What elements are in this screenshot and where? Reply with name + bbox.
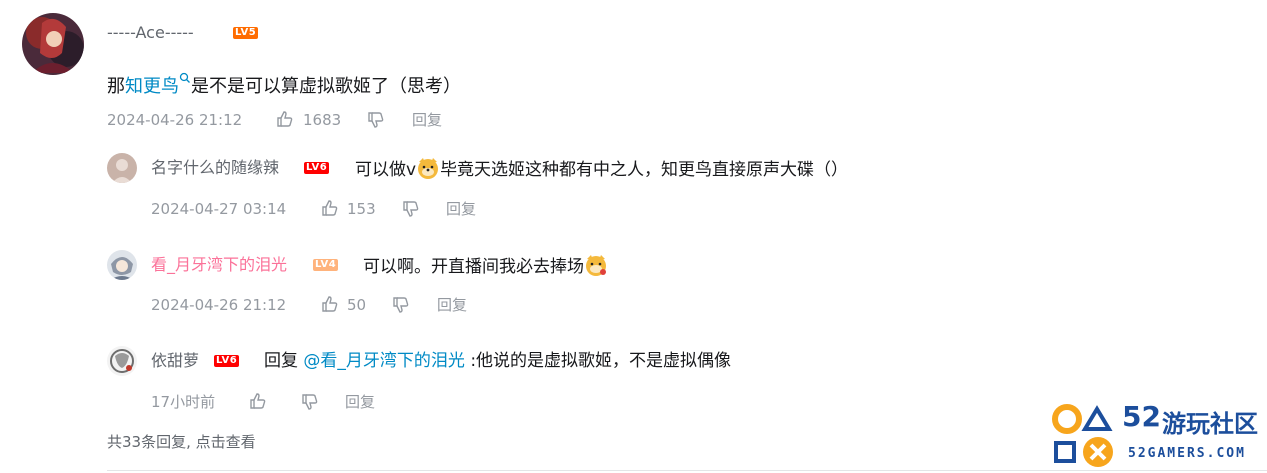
avatar[interactable] [107,250,137,280]
watermark-logo: 52 游玩社区 52GAMERS.COM [1050,400,1265,470]
timestamp: 2024-04-27 03:14 [151,200,287,218]
thumbs-up-icon[interactable] [321,199,339,217]
thumbs-up-icon[interactable] [249,392,267,410]
divider [107,470,1267,471]
username[interactable]: -----Ace----- [107,23,194,43]
level-badge: LV6 [304,162,330,174]
level-badge: LV5 [233,27,259,39]
reply-text-prefix: 可以做v [355,160,417,180]
like-count: 50 [347,296,367,314]
avatar[interactable] [107,153,137,183]
reply-button[interactable]: 回复 [412,110,442,130]
thumbs-down-icon[interactable] [392,296,410,314]
avatar[interactable] [107,346,137,376]
comment-text-suffix: 是不是可以算虚拟歌姬了（思考） [191,76,461,97]
thumbs-up-icon[interactable] [321,295,339,313]
logo-number: 52 [1122,400,1161,433]
avatar[interactable] [22,13,84,75]
reply-text: 可以做v 毕竟天选姬这种都有中之人，知更鸟直接原声大碟（） [355,156,848,182]
view-more-replies[interactable]: 共33条回复, 点击查看 [107,432,256,452]
reply-text-suffix: 毕竟天选姬这种都有中之人，知更鸟直接原声大碟（） [440,160,849,180]
reply-text-prefix: 可以啊。开直播间我必去捧场 [363,257,584,277]
like-count: 1683 [303,111,342,129]
level-badge: LV6 [214,355,240,367]
reply-text-suffix: :他说的是虚拟歌姬，不是虚拟偶像 [470,351,732,371]
search-icon[interactable] [179,69,191,83]
timestamp: 2024-04-26 21:12 [107,111,243,129]
timestamp: 2024-04-26 21:12 [151,296,287,314]
reply-word: 回复 [264,351,298,371]
timestamp: 17小时前 [151,393,216,411]
reply-text: 回复 @看_月牙湾下的泪光 :他说的是虚拟歌姬，不是虚拟偶像 [264,349,731,373]
reply-button[interactable]: 回复 [437,295,467,315]
reply-button[interactable]: 回复 [446,199,476,219]
username[interactable]: 名字什么的随缘辣 [151,158,279,178]
comment-text: 那知更鸟 是不是可以算虚拟歌姬了（思考） [107,69,461,99]
doge-flower-emoji-icon [584,253,608,277]
logo-name: 游玩社区 [1162,410,1258,438]
comment-text-prefix: 那 [107,76,125,97]
keyword-link[interactable]: 知更鸟 [125,76,179,97]
thumbs-down-icon[interactable] [367,111,385,129]
thumbs-down-icon[interactable] [301,393,319,411]
reply-text: 可以啊。开直播间我必去捧场 [363,253,608,279]
like-count: 153 [347,200,376,218]
username[interactable]: 依甜萝 [151,351,199,371]
level-badge: LV4 [313,259,339,271]
username[interactable]: 看_月牙湾下的泪光 [151,255,287,275]
mention-link[interactable]: @看_月牙湾下的泪光 [303,351,465,371]
logo-url: 52GAMERS.COM [1128,446,1246,461]
thumbs-down-icon[interactable] [402,200,420,218]
reply-button[interactable]: 回复 [345,392,375,412]
thumbs-up-icon[interactable] [276,110,294,128]
doge-emoji-icon [416,156,440,180]
